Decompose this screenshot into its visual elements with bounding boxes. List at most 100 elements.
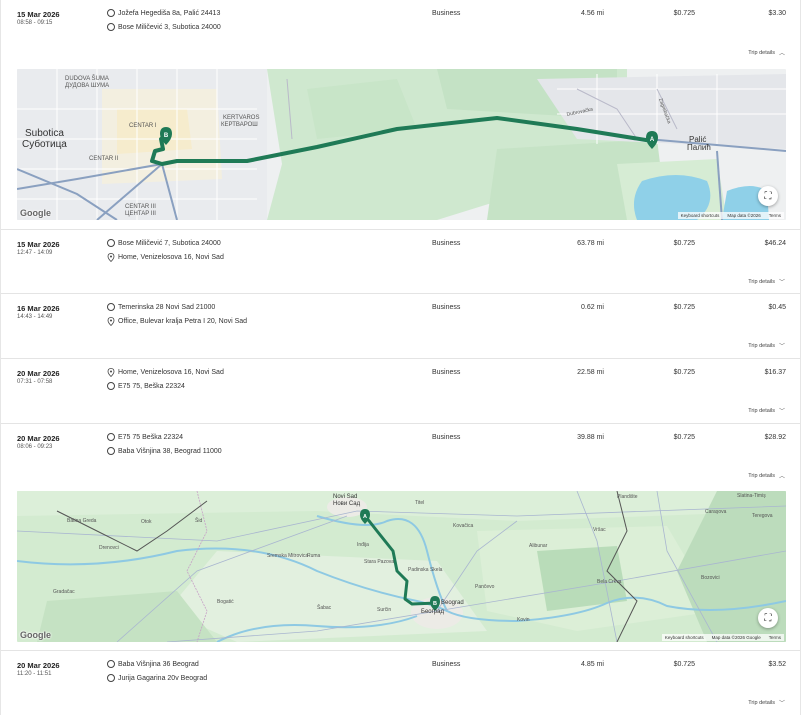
trip-distance: 22.58 mi (577, 369, 604, 376)
chevron-down-icon: ﹀ (778, 280, 785, 286)
trip-distance: 4.85 mi (581, 661, 604, 668)
trip-origin-label: Bose Miličević 7, Subotica 24000 (118, 239, 221, 247)
trip-origin: Bose Miličević 7, Subotica 24000 (107, 239, 221, 247)
trip-date: 15 Mar 2026 (17, 240, 60, 249)
trip-date: 16 Mar 2026 (17, 304, 60, 313)
trip-amount: $3.52 (768, 661, 786, 668)
location-pin-icon (107, 253, 115, 262)
trip-details-toggle[interactable]: Trip details ︿ (748, 48, 785, 58)
trip-time: 11:20 - 11:51 (17, 671, 52, 677)
trip-destination: Jurija Gagarina 20v Beograd (107, 674, 207, 682)
trip-details-label: Trip details (748, 472, 775, 479)
trip-time: 07:31 - 07:58 (17, 379, 53, 385)
trip-destination: Bose Miličević 3, Subotica 24000 (107, 23, 221, 31)
map-label: Šid (195, 517, 202, 524)
trip-row[interactable]: 20 Mar 2026 08:06 - 09:23 E75 75 Beška 2… (1, 424, 800, 651)
trip-time: 12:47 - 14:09 (17, 250, 53, 256)
trip-details-label: Trip details (748, 49, 775, 56)
keyboard-shortcuts-link[interactable]: Keyboard shortcuts (681, 213, 720, 218)
svg-text:A: A (363, 514, 367, 520)
trip-distance: 0.62 mi (581, 304, 604, 311)
chevron-up-icon: ︿ (778, 51, 785, 57)
map-label: Bozovici (701, 575, 720, 581)
map-label: Novi Sad (333, 494, 357, 500)
trip-map[interactable]: A B Novi Sad Нови Сад Beograd Београд In… (17, 491, 786, 642)
trip-list: 15 Mar 2026 08:58 - 09:15 Jožefa Hegediš… (0, 0, 801, 715)
circle-icon (107, 23, 115, 31)
trip-origin-label: Jožefa Hegediša 8a, Palić 24413 (118, 9, 221, 17)
trip-map[interactable]: A B DUDOVA ŠUMA ДУДОВА ШУМА Subotica Суб… (17, 69, 786, 220)
location-pin-icon (107, 317, 115, 326)
trip-rate: $0.725 (673, 661, 695, 668)
map-label: Kovin (517, 617, 530, 623)
trip-details-label: Trip details (748, 407, 775, 414)
trip-row[interactable]: 15 Mar 2026 08:58 - 09:15 Jožefa Hegediš… (1, 0, 800, 230)
svg-text:B: B (433, 601, 437, 607)
trip-row[interactable]: 20 Mar 2026 07:31 - 07:58 Home, Venizelo… (1, 359, 800, 424)
trip-origin-label: E75 75 Beška 22324 (118, 433, 183, 441)
trip-row[interactable]: 16 Mar 2026 14:43 - 14:49 Temerinska 28 … (1, 294, 800, 359)
trip-destination: Baba Višnjina 38, Beograd 11000 (107, 447, 222, 455)
map-label: Stara Pazova (364, 559, 394, 565)
trip-details-toggle[interactable]: Trip details ﹀ (748, 277, 785, 287)
map-label: Pančevo (475, 584, 495, 590)
map-label: Vršac (593, 527, 606, 533)
map-data-label: Map data ©2026 (727, 213, 761, 218)
trip-row[interactable]: 20 Mar 2026 11:20 - 11:51 Baba Višnjina … (1, 651, 800, 715)
map-label: Inđija (357, 542, 369, 548)
map-label: Batina Greda (67, 518, 97, 524)
map-label: Alibunar (529, 543, 548, 549)
chevron-down-icon: ﹀ (778, 409, 785, 415)
trip-destination-label: Baba Višnjina 38, Beograd 11000 (118, 447, 222, 455)
chevron-down-icon: ﹀ (778, 344, 785, 350)
circle-icon (107, 674, 115, 682)
trip-details-toggle[interactable]: Trip details ︿ (748, 471, 785, 481)
trip-rate: $0.725 (673, 10, 695, 17)
map-label: Kovačica (453, 523, 474, 529)
map-label: Gradačac (53, 589, 75, 595)
trip-details-toggle[interactable]: Trip details ﹀ (748, 698, 785, 708)
map-label: Палић (687, 143, 711, 152)
map-label: CENTAR I (129, 123, 157, 129)
map-canvas[interactable]: A B Novi Sad Нови Сад Beograd Београд In… (17, 491, 786, 642)
map-label: Drenovci (99, 545, 119, 551)
trip-destination: Home, Venizelosova 16, Novi Sad (107, 253, 224, 262)
map-label: Šabac (317, 604, 332, 611)
map-label: Суботица (22, 138, 67, 150)
map-label: Slatina-Timiş (737, 493, 766, 499)
trip-rate: $0.725 (673, 434, 695, 441)
trip-amount: $3.30 (768, 10, 786, 17)
trip-distance: 4.56 mi (581, 10, 604, 17)
map-label: Ruma (307, 553, 321, 559)
trip-rate: $0.725 (673, 304, 695, 311)
google-logo: Google (20, 208, 51, 218)
fullscreen-icon[interactable]: ⛶ (758, 186, 778, 206)
trip-time: 08:06 - 09:23 (17, 444, 53, 450)
trip-purpose: Business (432, 10, 461, 17)
terms-link[interactable]: Terms (769, 213, 781, 218)
trip-distance: 39.88 mi (577, 434, 604, 441)
map-canvas[interactable]: A B DUDOVA ŠUMA ДУДОВА ШУМА Subotica Суб… (17, 69, 786, 220)
location-pin-icon (107, 368, 115, 377)
trip-details-toggle[interactable]: Trip details ﹀ (748, 341, 785, 351)
map-attribution: Keyboard shortcuts Map data ©2026 Google… (661, 634, 784, 641)
map-label: CENTAR II (89, 156, 119, 162)
trip-details-label: Trip details (748, 342, 775, 349)
circle-icon (107, 303, 115, 311)
map-label: DUDOVA ŠUMA (65, 75, 109, 82)
fullscreen-icon[interactable]: ⛶ (758, 608, 778, 628)
trip-purpose: Business (432, 240, 461, 247)
terms-link[interactable]: Terms (769, 635, 781, 640)
trip-destination-label: Bose Miličević 3, Subotica 24000 (118, 23, 221, 31)
map-label: Beograd (441, 600, 464, 606)
trip-origin: E75 75 Beška 22324 (107, 433, 183, 441)
trip-row[interactable]: 15 Mar 2026 12:47 - 14:09 Bose Miličević… (1, 230, 800, 294)
map-label: Subotica (25, 128, 64, 139)
keyboard-shortcuts-link[interactable]: Keyboard shortcuts (665, 635, 704, 640)
trip-time: 14:43 - 14:49 (17, 314, 53, 320)
trip-origin: Temerinska 28 Novi Sad 21000 (107, 303, 215, 311)
map-label: Padinska Skela (408, 567, 443, 573)
map-label: CENTAR III (125, 204, 156, 210)
trip-details-toggle[interactable]: Trip details ﹀ (748, 406, 785, 416)
trip-destination-label: Home, Venizelosova 16, Novi Sad (118, 254, 224, 261)
